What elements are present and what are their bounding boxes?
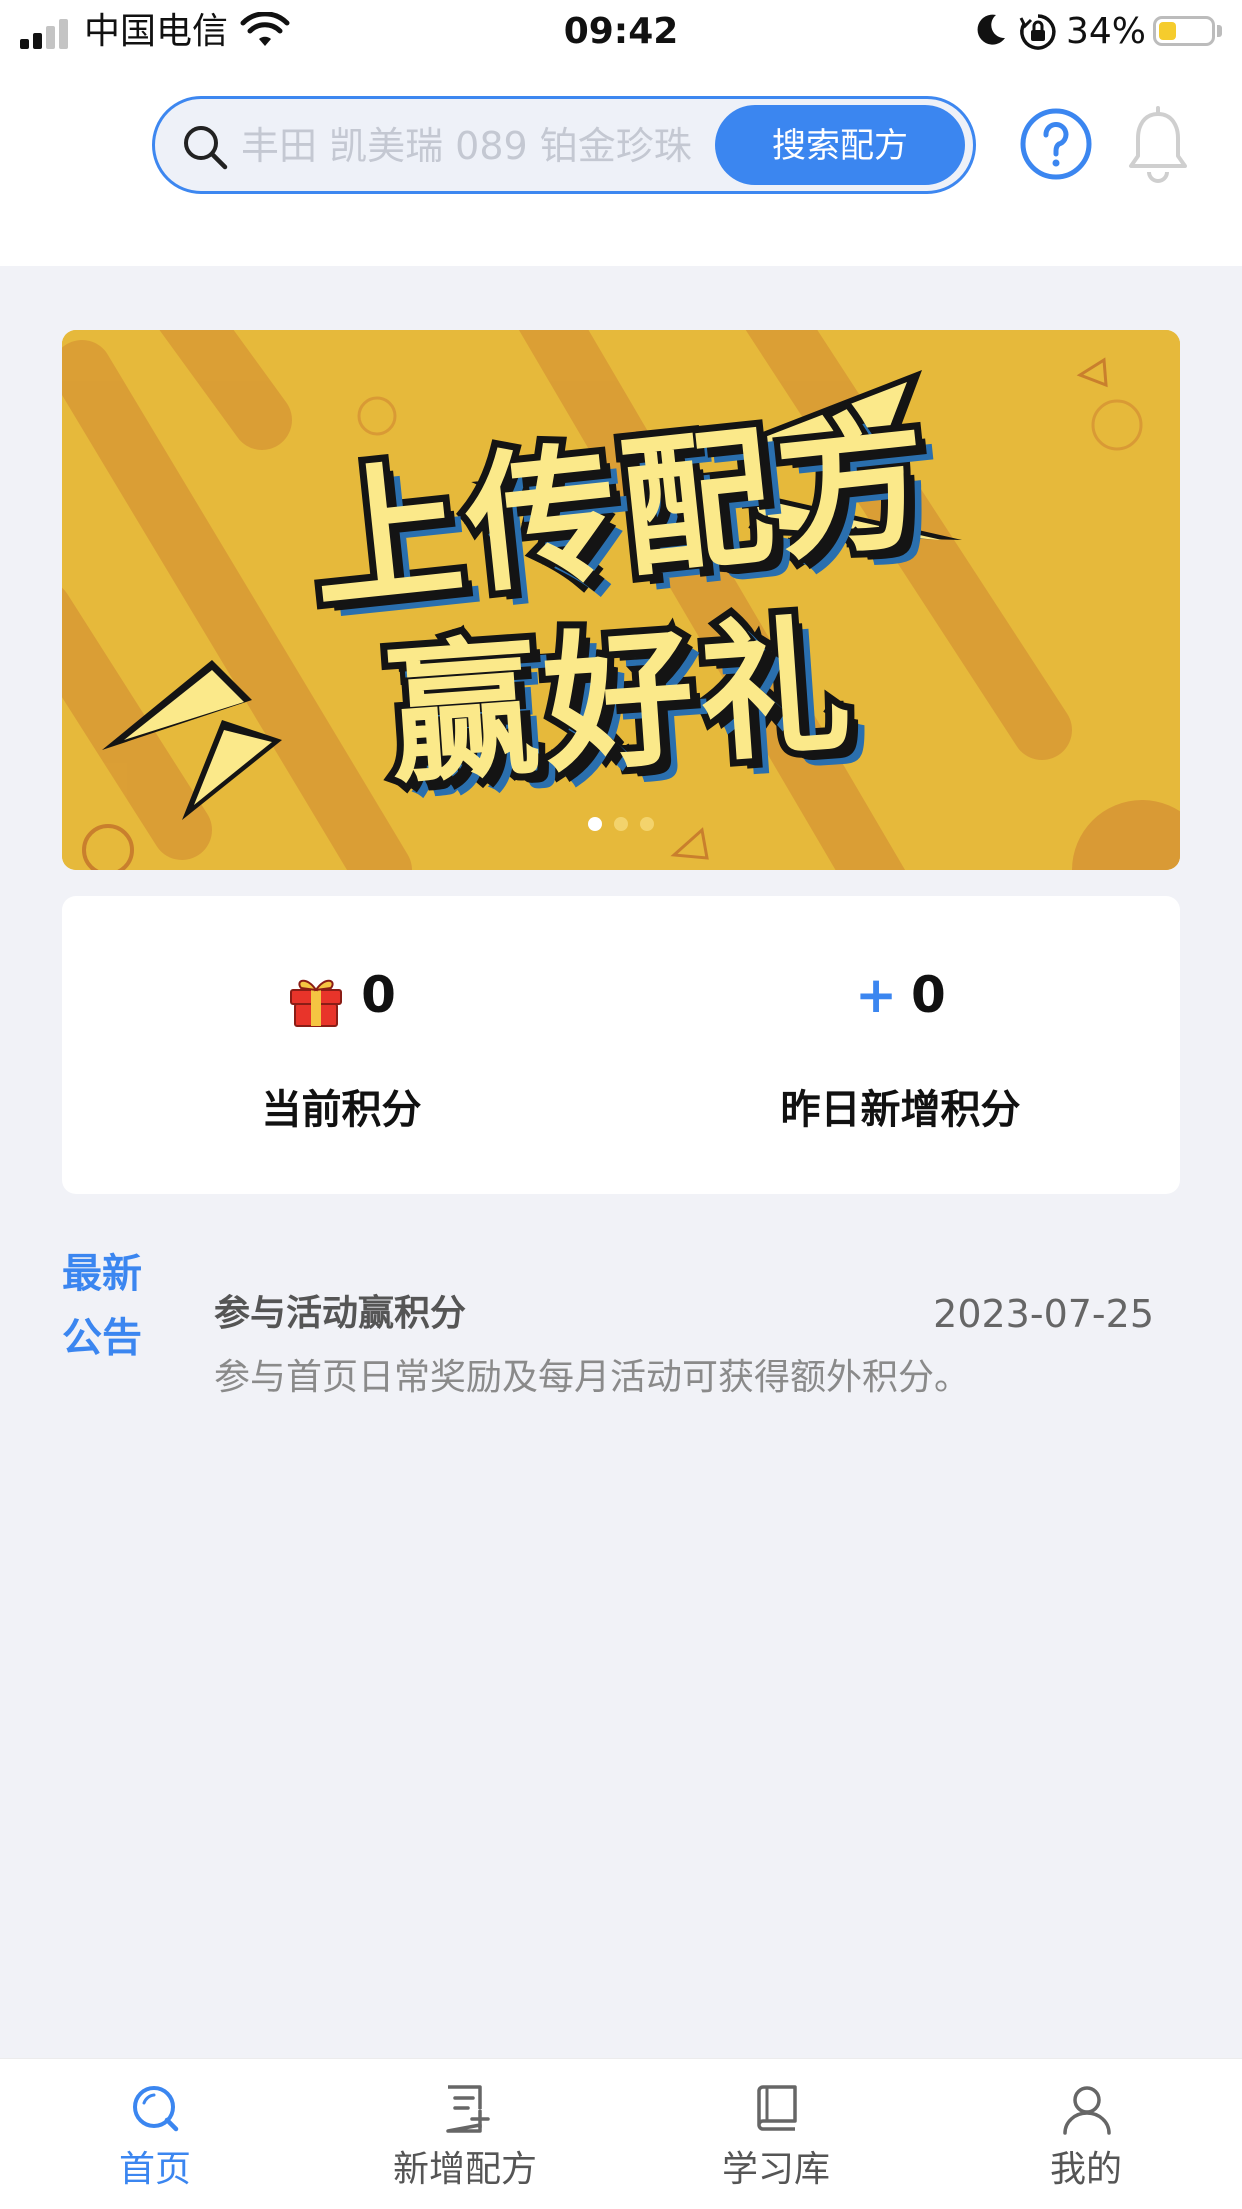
yesterday-points-value-row: +0 [621,960,1180,1030]
current-points-label: 当前积分 [261,1087,422,1133]
tab-learning-library-label: 学习库 [721,2149,830,2190]
tab-home-label: 首页 [118,2149,191,2190]
header: 搜索配方 [0,66,1242,266]
announcement-date: 2023-07-25 [933,1292,1154,1336]
announcement-description[interactable]: 参与首页日常奖励及每月活动可获得额外积分。 [214,1350,970,1406]
add-document-icon [446,2085,490,2133]
do-not-disturb-icon [977,14,1005,45]
rotation-lock-icon [1019,14,1056,50]
yesterday-points-value: 0 [911,966,946,1024]
announcement-title[interactable]: 参与活动赢积分 [214,1286,466,1342]
current-points-value: 0 [361,966,396,1024]
gift-icon [290,979,343,1027]
search-input[interactable] [239,111,773,181]
plus-icon: + [855,966,898,1024]
current-points-value-row: 0 [62,960,621,1030]
home-search-icon [133,2086,179,2132]
tab-home[interactable]: 首页 [0,2059,310,2209]
question-circle-icon[interactable] [1018,106,1094,182]
announcement-tag: 最新公告 [62,1251,142,1361]
battery-level-fill [1159,22,1176,40]
yesterday-points-label: 昨日新增积分 [780,1087,1021,1133]
battery-percentage: 34% [1066,11,1147,52]
user-icon [1063,2086,1111,2135]
search-icon [184,126,228,170]
points-card: 0 当前积分 +0 昨日新增积分 [62,896,1180,1194]
current-points[interactable]: 0 当前积分 [62,896,621,1194]
tab-me[interactable]: 我的 [931,2059,1241,2209]
carousel-dot[interactable] [588,817,602,831]
carousel-indicator[interactable] [62,816,1180,835]
carousel-dot[interactable] [614,817,628,831]
book-icon [757,2085,797,2131]
tab-add-formula-label: 新增配方 [392,2149,537,2190]
tab-learning-library[interactable]: 学习库 [621,2059,931,2209]
status-bar: 中国电信 09:42 34% [0,0,1242,66]
yesterday-points[interactable]: +0 昨日新增积分 [621,896,1180,1194]
tab-add-formula[interactable]: 新增配方 [310,2059,620,2209]
battery-terminal [1217,25,1222,37]
battery-icon [1153,16,1215,46]
bell-icon[interactable] [1124,106,1192,186]
search-bar[interactable]: 搜索配方 [152,96,976,194]
carousel-dot[interactable] [640,817,654,831]
bottom-tab-bar: 首页 新增配方 学习库 我的 [0,2058,1242,2209]
promo-banner[interactable]: 上传配方 赢好礼 [62,330,1180,870]
search-button[interactable]: 搜索配方 [715,105,965,185]
tab-me-label: 我的 [1049,2149,1122,2190]
